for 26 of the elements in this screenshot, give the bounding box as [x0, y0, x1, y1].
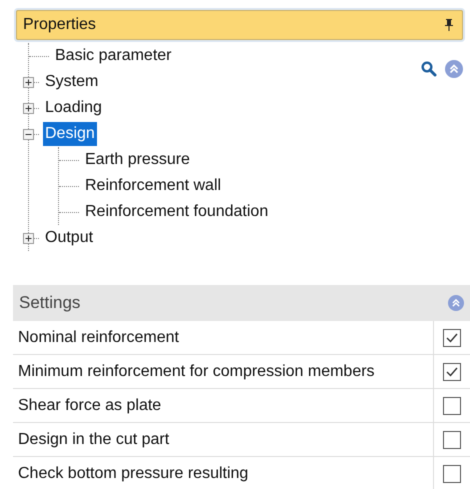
checkbox[interactable]: [443, 464, 461, 482]
setting-label: Minimum reinforcement for compression members: [17, 362, 376, 380]
pin-icon[interactable]: [444, 19, 454, 31]
collapse-icon[interactable]: [23, 128, 34, 140]
checkbox[interactable]: [443, 328, 461, 346]
tree-item[interactable]: Loading: [43, 96, 104, 120]
tree-item[interactable]: Reinforcement wall: [83, 174, 224, 198]
tree-item[interactable]: System: [43, 70, 100, 94]
setting-label: Design in the cut part: [17, 430, 170, 448]
tree-item[interactable]: Reinforcement foundation: [83, 200, 270, 224]
checkbox[interactable]: [443, 396, 461, 414]
search-icon[interactable]: [421, 61, 437, 77]
panel-title: Properties: [23, 16, 96, 34]
tree-item[interactable]: Basic parameter: [53, 44, 174, 68]
setting-label: Nominal reinforcement: [17, 328, 180, 346]
expand-icon[interactable]: [23, 232, 34, 244]
expand-icon[interactable]: [23, 76, 34, 88]
checkbox[interactable]: [443, 362, 461, 380]
checkbox[interactable]: [443, 430, 461, 448]
section-title: Settings: [19, 293, 80, 313]
setting-label: Shear force as plate: [17, 396, 162, 414]
expand-icon[interactable]: [23, 102, 34, 114]
tree-item[interactable]: Earth pressure: [83, 148, 192, 172]
setting-label: Check bottom pressure resulting: [17, 464, 250, 482]
tree-item[interactable]: Output: [43, 226, 96, 250]
tree-item[interactable]: Design: [43, 122, 97, 146]
